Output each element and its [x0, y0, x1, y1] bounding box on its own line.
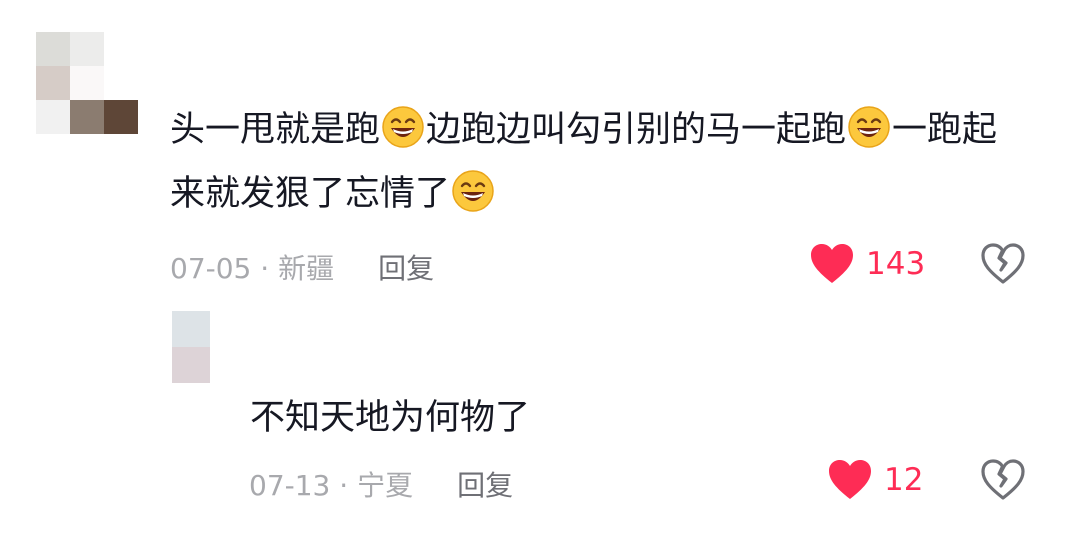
comment-meta: 07-05 · 新疆 回复 — [170, 247, 434, 287]
comment-date: 07-05 — [170, 252, 252, 285]
like-button[interactable]: 12 — [828, 459, 923, 501]
grinning-sweat-emoji — [452, 170, 494, 212]
comment-meta: 07-13 · 宁夏 回复 — [249, 464, 513, 504]
comment-location: 宁夏 — [357, 469, 414, 502]
comment-text: 头一甩就是跑 边跑边叫勾引别的马一起跑 一跑起来就发狠了忘情了 — [170, 98, 1030, 226]
comment-text-part: 边跑边叫勾引别的马一起跑 — [426, 110, 847, 150]
meta-separator: · — [330, 469, 358, 502]
comment-text-part: 头一甩就是跑 — [170, 110, 381, 150]
reply-button[interactable]: 回复 — [378, 252, 434, 285]
comment-date: 07-13 — [249, 469, 331, 502]
comment-text: 不知天地为何物了 — [250, 398, 531, 438]
comment-thread: 头一甩就是跑 边跑边叫勾引别的马一起跑 一跑起来就发狠了忘情了 07-05 · 新疆… — [0, 0, 1080, 543]
comment-location: 新疆 — [278, 252, 335, 285]
heart-icon — [811, 244, 853, 283]
like-button[interactable]: 143 — [810, 243, 925, 285]
reply-button[interactable]: 回复 — [457, 469, 513, 502]
broken-heart-icon[interactable] — [981, 243, 1025, 285]
grinning-sweat-emoji — [848, 106, 890, 148]
grinning-sweat-emoji — [382, 106, 424, 148]
avatar[interactable] — [172, 311, 248, 383]
broken-heart-icon[interactable] — [981, 459, 1025, 501]
like-count: 12 — [884, 462, 924, 498]
heart-icon — [829, 460, 871, 499]
meta-separator: · — [251, 252, 279, 285]
avatar[interactable] — [36, 32, 138, 134]
like-count: 143 — [866, 246, 926, 282]
